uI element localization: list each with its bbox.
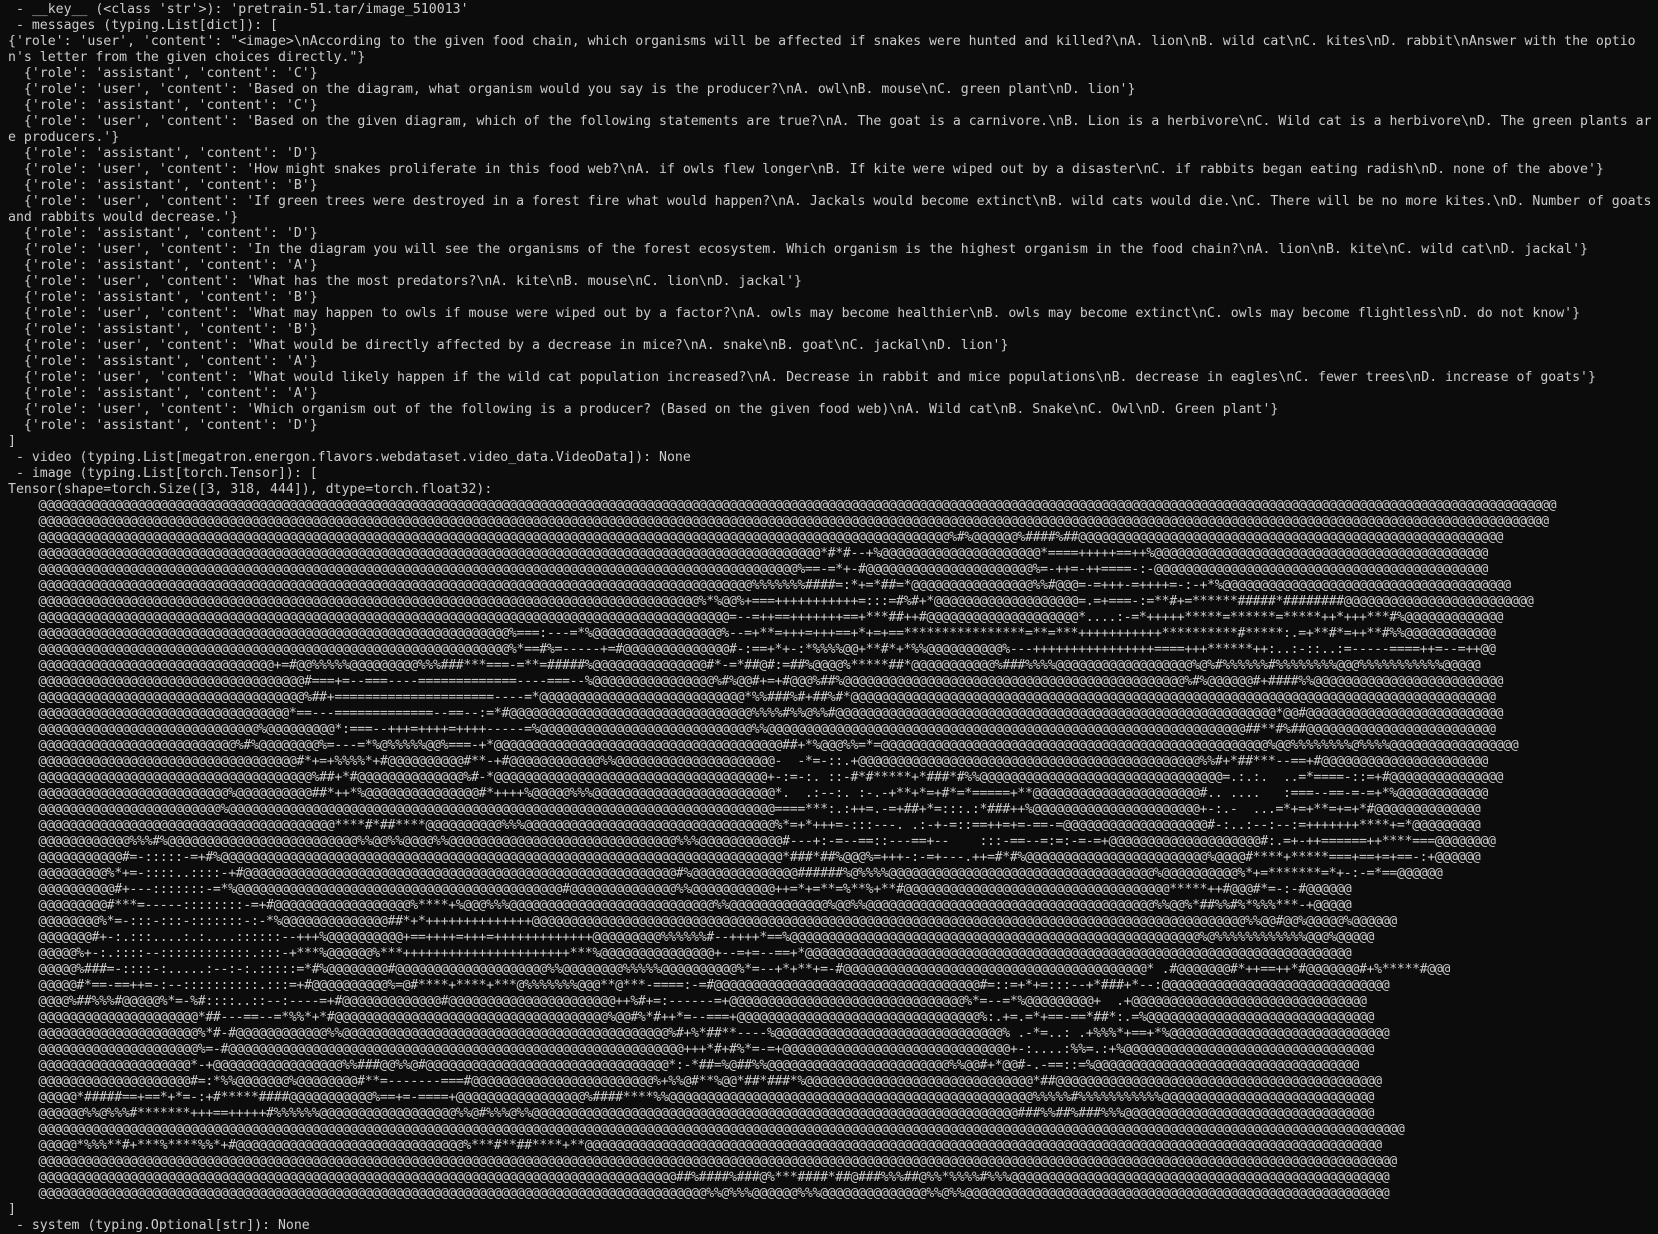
message-line: {'role': 'user', 'content': 'Based on th… xyxy=(8,114,1652,145)
ascii-art-row: @@@@@@@@@@@@@@@@@@@@@@@@@@@@@@@+=#@@%%%%… xyxy=(8,658,1481,673)
ascii-art-row: @@@@@@@@@@@@@@@@@@@@@@@@@@@@@@@@@@@%##+=… xyxy=(8,690,1496,705)
ascii-art-row: @@@@@@@@@@@@%%%#%@@@@@@@@@@@@@@@@@@@@@@@… xyxy=(8,834,1496,849)
ascii-art-row: @@@@@@@@%*=-:::-:::-:::::::-:-*%@@@@@@@@… xyxy=(8,914,1397,929)
ascii-art-row: @@@@@@@@@@@@@@@@@@@@@@@@@%@@@@@@@@@@##*+… xyxy=(8,786,1488,801)
message-line: {'role': 'user', 'content': "<image>\nAc… xyxy=(8,34,1636,65)
ascii-art-row: @@@@@@@@@@@@@@@@@@@@@@@@%@@@@@@@@@@@@@@@… xyxy=(8,802,1481,817)
ascii-art-row: @@@@@#*==-==++=-:--::::::::::.:::=+#@@@@… xyxy=(8,978,1390,993)
ascii-art-row: @@@@@@@@@@@@@@@@@@@@@@@@@@@@@@@@@@@@@@@@… xyxy=(8,642,1496,657)
ascii-art-row: @@@@@@@@@@#+---:::::::-=*%@@@@@@@@@@@@@@… xyxy=(8,882,1352,897)
message-line: {'role': 'assistant', 'content': 'D'} xyxy=(8,146,318,161)
system-line: - system (typing.Optional[str]): None xyxy=(8,1218,310,1233)
ascii-art-block: @@@@@@@@@@@@@@@@@@@@@@@@@@@@@@@@@@@@@@@@… xyxy=(8,498,1658,1202)
messages-header: - messages (typing.List[dict]): [ xyxy=(8,18,278,33)
ascii-art-row: @@@@%##%%%#@@@@@%*=-%#::::..::--:----=+#… xyxy=(8,994,1367,1009)
ascii-art-row: @@@@@@@@@@@@@@@@@@@@@@@@@@@@@%@@@@@@@@@*… xyxy=(8,722,1496,737)
ascii-art-row: @@@@@@@@@@@@@@@@@@@@@%=-#@@@@@@@@@@@@@@@… xyxy=(8,1042,1375,1057)
ascii-art-row: @@@@@@@@@@@@@@@@@@@@@@@@@@@@@@@@@@@@@@@@… xyxy=(8,626,1496,641)
ascii-art-row: @@@@@@@@@@@@@@@@@@@@@%*#-#@@@@@@@@@@@@%%… xyxy=(8,1026,1390,1041)
message-line: {'role': 'user', 'content': 'How might s… xyxy=(8,162,1604,177)
ascii-art-row: @@@@@@@@@@@@@@@@@@@@@@@@@@@@@@@@@@@@@@@@… xyxy=(8,1170,1390,1185)
message-line: {'role': 'user', 'content': 'In the diag… xyxy=(8,242,1588,257)
ascii-art-row: @@@@@@@@@@@@@@@@@@@@@@@@@@@@@@@@@@@@@@@@… xyxy=(8,610,1504,625)
message-line: {'role': 'assistant', 'content': 'A'} xyxy=(8,258,318,273)
ascii-art-row: @@@@@@@@@@@@@@@@@@@@@@@@@@@@@@@@@@@@@@@*… xyxy=(8,818,1481,833)
ascii-art-row: @@@@@@@@@@@#=-:::::-=+#%@@@@@@@@@@@@@@@@… xyxy=(8,850,1481,865)
ascii-art-row: @@@@@@@@@@@@@@@@@@@@#=:*%%@@@@@@@%@@@@@@… xyxy=(8,1074,1382,1089)
ascii-art-row: @@@@@@@@@@@@@@@@@@@@@@@@@@@@@@@@@@@@@@@@… xyxy=(8,1122,1405,1137)
message-line: {'role': 'user', 'content': 'Based on th… xyxy=(8,82,1136,97)
ascii-art-row: @@@@@@@@@@@@@@@@@@@@@@@@@@@@@@@@@@@@@@@@… xyxy=(8,498,1557,513)
image-close: ] xyxy=(8,1202,16,1217)
ascii-art-row: @@@@@%###=-::::-:.....:--:-:.:::::=*#%@@… xyxy=(8,962,1451,977)
ascii-art-row: @@@@@@@@@@@@@@@@@@@@@@@@@@@@@@@@@@@@%##+… xyxy=(8,770,1504,785)
key-line: - __key__ (<class 'str'>): 'pretrain-51.… xyxy=(8,2,469,17)
ascii-art-row: @@@@@@@@@@@@@@@@@@@@@@@@@@@@@@@@@@@@@@@@… xyxy=(8,514,1549,529)
ascii-art-row: @@@@@@@@@%*+=-::::..::::-+#@@@@@@@@@@@@@… xyxy=(8,866,1443,881)
message-line: {'role': 'user', 'content': 'What has th… xyxy=(8,274,802,289)
message-line: {'role': 'assistant', 'content': 'C'} xyxy=(8,98,318,113)
ascii-art-row: @@@@@@@#+-:.:::....:.:....::::::--+++%@@… xyxy=(8,930,1375,945)
video-line: - video (typing.List[megatron.energon.fl… xyxy=(8,450,691,465)
ascii-art-row: @@@@@*%%%**#+***%****%%*+#@@@@@@@@@@@@@@… xyxy=(8,1138,1382,1153)
ascii-art-row: @@@@@@@@@@@@@@@@@@@@@@@@@@@@@@@@@@#*+=+%… xyxy=(8,754,1488,769)
message-line: {'role': 'assistant', 'content': 'D'} xyxy=(8,418,318,433)
message-line: {'role': 'assistant', 'content': 'C'} xyxy=(8,66,318,81)
ascii-art-row: @@@@@@@@@@@@@@@@@@@@*-+@@@@@@@@@@@@@@@@@… xyxy=(8,1058,1359,1073)
ascii-art-row: @@@@@@@@@@@@@@@@@@@@@@@@@@@@@@@@@@@@@@@@… xyxy=(8,1154,1397,1169)
message-line: {'role': 'user', 'content': 'Which organ… xyxy=(8,402,1279,417)
terminal-window[interactable]: - __key__ (<class 'str'>): 'pretrain-51.… xyxy=(0,0,1658,1234)
message-line: {'role': 'assistant', 'content': 'A'} xyxy=(8,354,318,369)
message-line: {'role': 'user', 'content': 'What would … xyxy=(8,370,1596,385)
ascii-art-row: @@@@@@%%@%%%#*******+++==+++++#%%%%%%@@@… xyxy=(8,1106,1375,1121)
ascii-art-row: @@@@@%+-:.::::--::::::::::::.:::-+***%@@… xyxy=(8,946,1352,961)
ascii-art-row: @@@@@@@@@@@@@@@@@@@@@@@@@@%#%@@@@@@@@%=-… xyxy=(8,738,1519,753)
ascii-art-row: @@@@@@@@@@@@@@@@@@@@@@@@@@@@@@@@@*==---=… xyxy=(8,706,1504,721)
message-line: {'role': 'assistant', 'content': 'A'} xyxy=(8,386,318,401)
ascii-art-row: @@@@@@@@@@@@@@@@@@@@@@@@@@@@@@@@@@@@@@@@… xyxy=(8,1186,1390,1201)
messages-list: {'role': 'user', 'content': "<image>\nAc… xyxy=(8,34,1658,434)
messages-close: ] xyxy=(8,434,16,449)
ascii-art-row: @@@@@*#####==+==*+*=-:+#*****####@@@@@@@… xyxy=(8,1090,1375,1105)
ascii-art-row: @@@@@@@@@@@@@@@@@@@@@@@@@@@@@@@@@@@@@@@@… xyxy=(8,546,1488,561)
ascii-art-row: @@@@@@@@@@@@@@@@@@@@@@@@@@@@@@@@@@@@@@@@… xyxy=(8,562,1488,577)
ascii-art-row: @@@@@@@@@@@@@@@@@@@@@@@@@@@@@@@@@@@@@@@@… xyxy=(8,578,1511,593)
message-line: {'role': 'assistant', 'content': 'B'} xyxy=(8,290,318,305)
message-line: {'role': 'user', 'content': 'If green tr… xyxy=(8,194,1652,225)
message-line: {'role': 'user', 'content': 'What would … xyxy=(8,338,1009,353)
ascii-art-row: @@@@@@@@@#***=-----::::::::-=+#@@@@@@@@@… xyxy=(8,898,1352,913)
message-line: {'role': 'assistant', 'content': 'B'} xyxy=(8,178,318,193)
message-line: {'role': 'assistant', 'content': 'B'} xyxy=(8,322,318,337)
tensor-line: Tensor(shape=torch.Size([3, 318, 444]), … xyxy=(8,482,493,497)
ascii-art-row: @@@@@@@@@@@@@@@@@@@@@*##---==--=*%%*+*#@… xyxy=(8,1010,1375,1025)
ascii-art-row: @@@@@@@@@@@@@@@@@@@@@@@@@@@@@@@@@@@#===+… xyxy=(8,674,1504,689)
message-line: {'role': 'assistant', 'content': 'D'} xyxy=(8,226,318,241)
ascii-art-row: @@@@@@@@@@@@@@@@@@@@@@@@@@@@@@@@@@@@@@@@… xyxy=(8,594,1534,609)
ascii-art-row: @@@@@@@@@@@@@@@@@@@@@@@@@@@@@@@@@@@@@@@@… xyxy=(8,530,1504,545)
message-line: {'role': 'user', 'content': 'What may ha… xyxy=(8,306,1581,321)
image-header: - image (typing.List[torch.Tensor]): [ xyxy=(8,466,318,481)
